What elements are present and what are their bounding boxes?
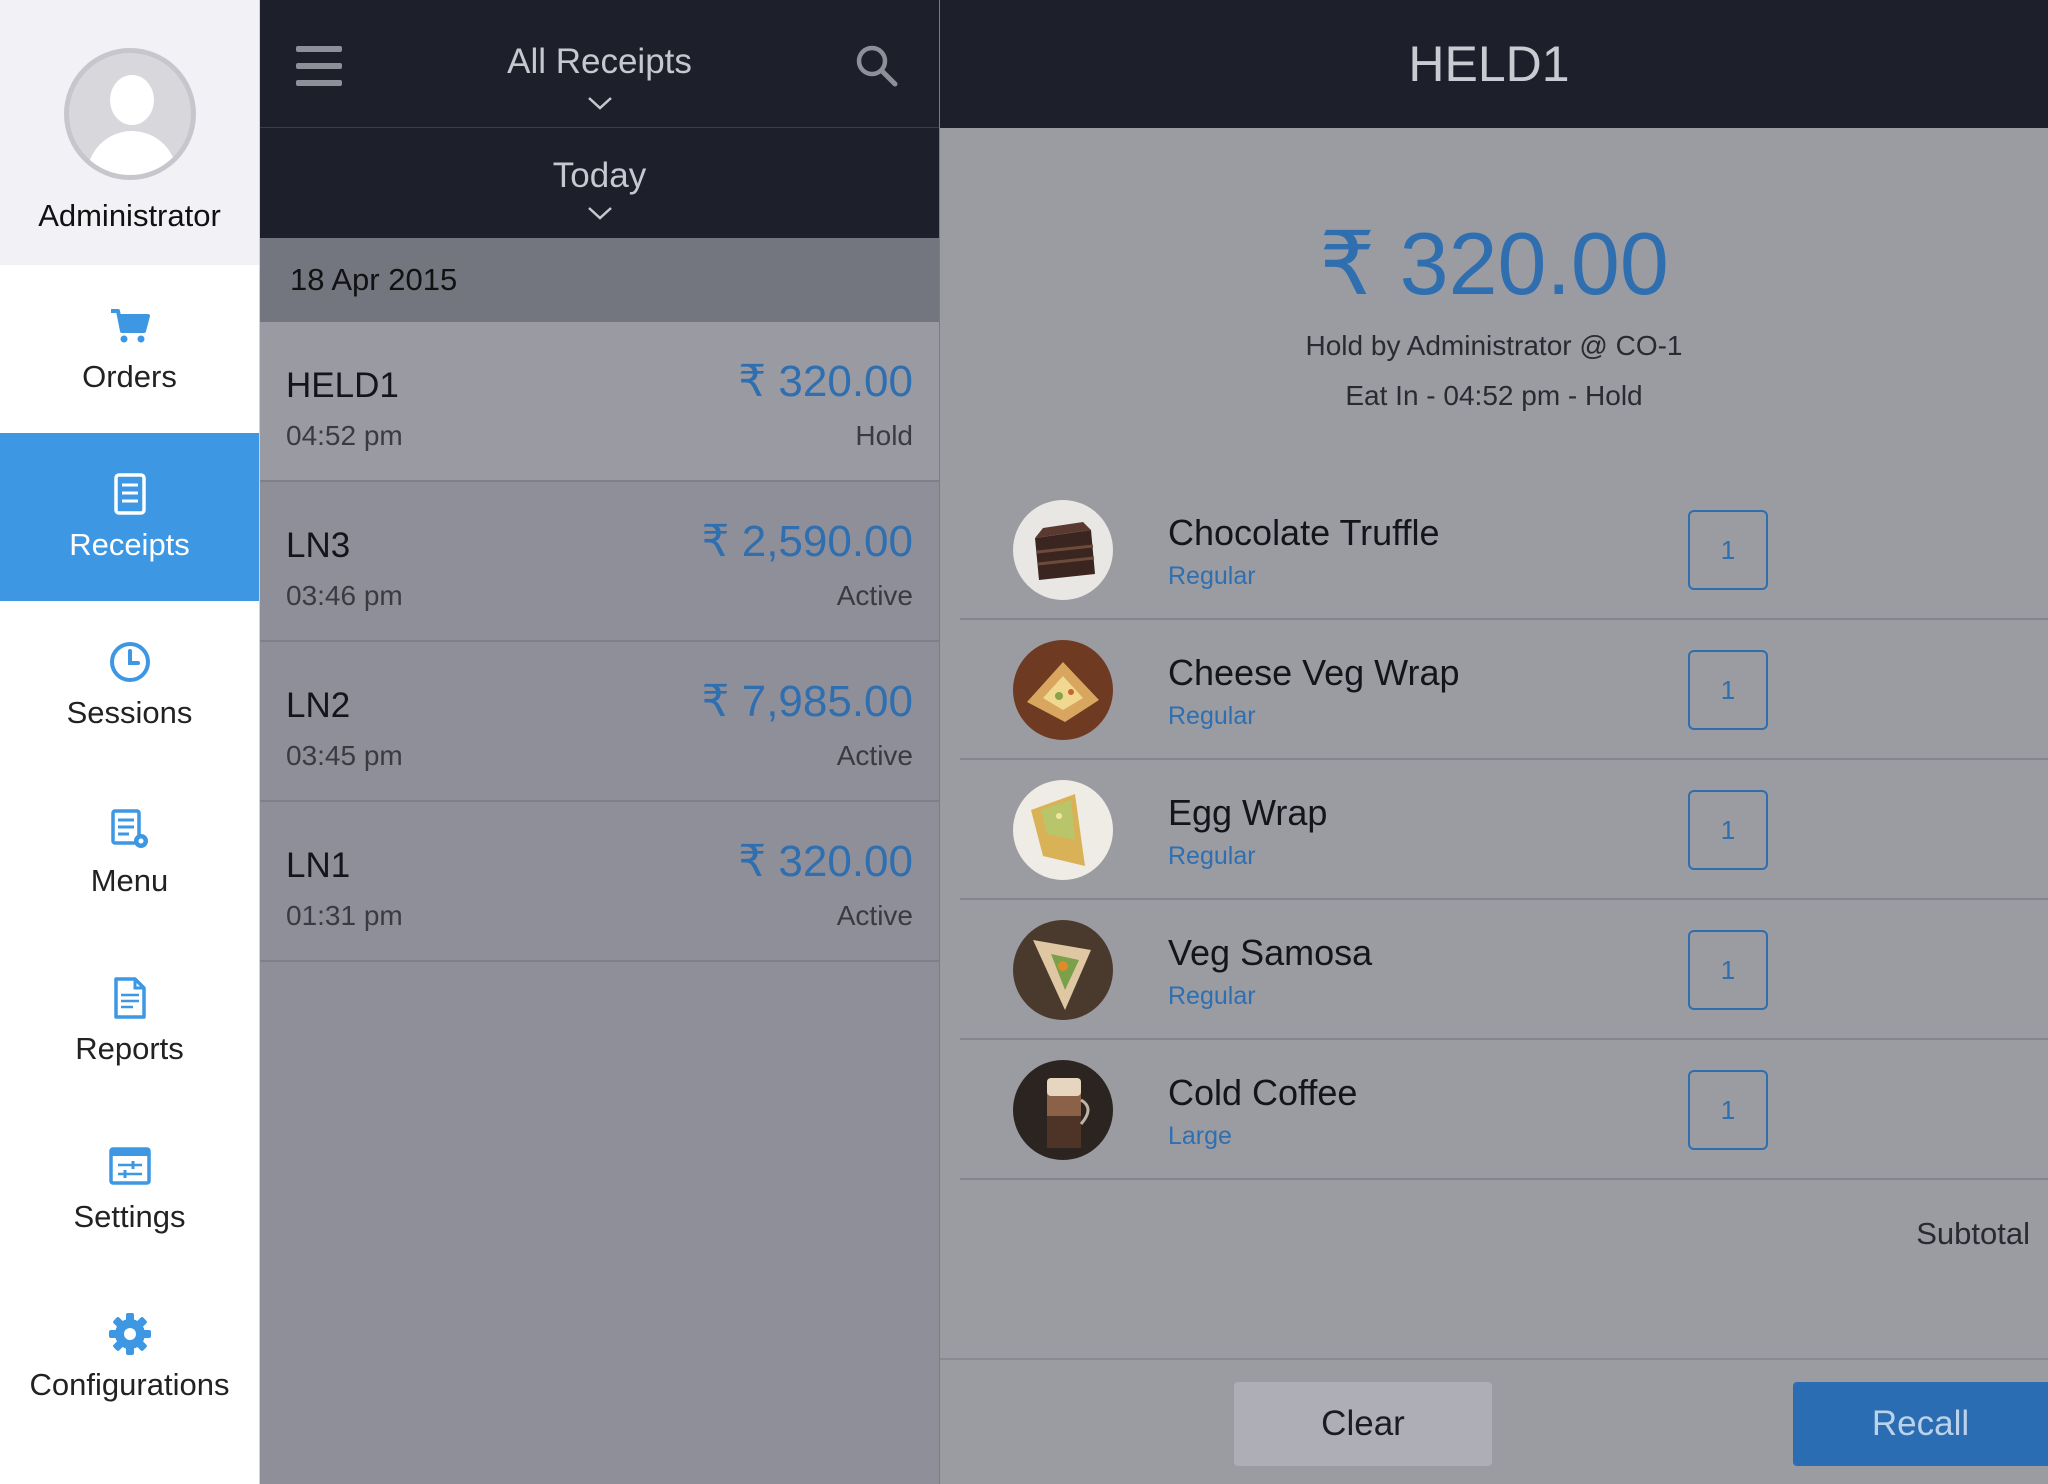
receipt-name: HELD1 bbox=[286, 366, 399, 405]
receipt-row[interactable]: HELD1 04:52 pm ₹ 320.00 Hold bbox=[260, 322, 939, 482]
user-silhouette-icon bbox=[63, 48, 196, 180]
quantity-box[interactable]: 1 bbox=[1688, 1070, 1768, 1150]
nav-item-receipts[interactable]: Receipts bbox=[0, 433, 259, 601]
app-root: Administrator Orders Receipts Sessions M… bbox=[0, 0, 2048, 1484]
receipt-status: Active bbox=[836, 900, 913, 931]
nav-item-orders[interactable]: Orders bbox=[0, 265, 259, 433]
receipt-status: Active bbox=[836, 740, 913, 771]
nav-label-receipts: Receipts bbox=[69, 527, 190, 562]
nav-label-menu: Menu bbox=[90, 863, 169, 898]
nav-item-menu[interactable]: Menu bbox=[0, 769, 259, 937]
item-thumbnail bbox=[1013, 920, 1113, 1020]
chevron-down-icon bbox=[587, 97, 612, 110]
order-items-list: Chocolate Truffle Regular 1 Cheese Veg W… bbox=[960, 480, 2048, 1180]
receipt-status: Active bbox=[836, 580, 913, 611]
sliders-icon bbox=[108, 1147, 151, 1185]
date-filter-dropdown[interactable]: Today bbox=[260, 128, 939, 238]
receipt-detail-panel: HELD1 ₹ 320.00 Hold by Administrator @ C… bbox=[940, 0, 2048, 1484]
nav-label-orders: Orders bbox=[82, 359, 177, 394]
nav-item-settings[interactable]: Settings bbox=[0, 1105, 259, 1273]
hold-info: Hold by Administrator @ CO-1 bbox=[1305, 330, 1683, 361]
quantity-box[interactable]: 1 bbox=[1688, 510, 1768, 590]
nav-item-configurations[interactable]: Configurations bbox=[0, 1273, 259, 1441]
detail-header: HELD1 bbox=[940, 0, 2048, 128]
quantity-box[interactable]: 1 bbox=[1688, 790, 1768, 870]
receipt-amount: ₹ 320.00 bbox=[738, 837, 913, 886]
item-variant: Regular bbox=[1168, 842, 1256, 870]
nav-label-settings: Settings bbox=[73, 1199, 186, 1234]
receipt-row[interactable]: LN2 03:45 pm ₹ 7,985.00 Active bbox=[260, 642, 939, 802]
sidebar: Administrator Orders Receipts Sessions M… bbox=[0, 0, 260, 1484]
receipt-list-panel: All Receipts Today 18 Apr 2015 HELD1 04:… bbox=[260, 0, 940, 1484]
order-item[interactable]: Chocolate Truffle Regular 1 bbox=[960, 480, 2048, 620]
profile-section[interactable]: Administrator bbox=[0, 0, 259, 265]
receipt-name: LN1 bbox=[286, 846, 351, 885]
order-info: Eat In - 04:52 pm - Hold bbox=[1345, 380, 1643, 411]
item-variant: Regular bbox=[1168, 982, 1256, 1010]
item-name: Chocolate Truffle bbox=[1168, 512, 1440, 553]
document-icon bbox=[113, 977, 146, 1019]
gear-icon bbox=[108, 1313, 151, 1355]
order-item[interactable]: Egg Wrap Regular 1 bbox=[960, 760, 2048, 900]
list-header: All Receipts bbox=[260, 0, 939, 128]
chevron-down-icon bbox=[587, 207, 612, 220]
item-thumbnail bbox=[1013, 640, 1113, 740]
recall-button[interactable]: Recall bbox=[1793, 1382, 2048, 1466]
receipt-amount: ₹ 320.00 bbox=[738, 357, 913, 406]
nav-label-reports: Reports bbox=[75, 1031, 184, 1066]
item-thumbnail bbox=[1013, 500, 1113, 600]
receipt-name: LN2 bbox=[286, 686, 351, 725]
item-variant: Regular bbox=[1168, 702, 1256, 730]
profile-name: Administrator bbox=[38, 198, 221, 233]
section-date-header: 18 Apr 2015 bbox=[260, 238, 939, 322]
clear-button[interactable]: Clear bbox=[1234, 1382, 1492, 1466]
item-variant: Regular bbox=[1168, 562, 1256, 590]
receipt-row[interactable]: LN1 01:31 pm ₹ 320.00 Active bbox=[260, 802, 939, 962]
subtotal-label: Subtotal bbox=[1916, 1216, 2030, 1251]
receipt-name: LN3 bbox=[286, 526, 351, 565]
nav-item-reports[interactable]: Reports bbox=[0, 937, 259, 1105]
nav-item-sessions[interactable]: Sessions bbox=[0, 601, 259, 769]
receipt-amount: ₹ 2,590.00 bbox=[701, 517, 914, 566]
receipt-icon bbox=[113, 473, 146, 515]
item-name: Cheese Veg Wrap bbox=[1168, 652, 1460, 693]
order-item[interactable]: Veg Samosa Regular 1 bbox=[960, 900, 2048, 1040]
receipt-time: 01:31 pm bbox=[286, 900, 403, 931]
quantity-box[interactable]: 1 bbox=[1688, 930, 1768, 1010]
order-item[interactable]: Cheese Veg Wrap Regular 1 bbox=[960, 620, 2048, 760]
item-name: Veg Samosa bbox=[1168, 932, 1373, 973]
receipt-time: 04:52 pm bbox=[286, 420, 403, 451]
nav-label-sessions: Sessions bbox=[66, 695, 193, 730]
action-footer: Clear Recall bbox=[940, 1358, 2048, 1484]
order-item[interactable]: Cold Coffee Large 1 bbox=[960, 1040, 2048, 1180]
search-icon[interactable] bbox=[853, 42, 899, 88]
menu-settings-icon bbox=[110, 809, 148, 848]
item-name: Egg Wrap bbox=[1168, 792, 1328, 833]
item-thumbnail bbox=[1013, 1060, 1113, 1160]
detail-title: HELD1 bbox=[1408, 36, 1570, 92]
cart-icon bbox=[110, 309, 150, 343]
item-name: Cold Coffee bbox=[1168, 1072, 1358, 1113]
nav-label-configurations: Configurations bbox=[29, 1367, 230, 1402]
item-thumbnail bbox=[1013, 780, 1113, 880]
clock-icon bbox=[109, 642, 150, 682]
receipt-amount: ₹ 7,985.00 bbox=[701, 677, 914, 726]
quantity-box[interactable]: 1 bbox=[1688, 650, 1768, 730]
item-variant: Large bbox=[1168, 1122, 1232, 1150]
receipt-status: Hold bbox=[855, 420, 913, 451]
receipt-filter-label: All Receipts bbox=[507, 42, 692, 81]
receipt-time: 03:46 pm bbox=[286, 580, 403, 611]
receipt-row[interactable]: LN3 03:46 pm ₹ 2,590.00 Active bbox=[260, 482, 939, 642]
total-amount: ₹ 320.00 bbox=[1319, 214, 1669, 313]
receipt-time: 03:45 pm bbox=[286, 740, 403, 771]
date-filter-label: Today bbox=[552, 156, 647, 195]
